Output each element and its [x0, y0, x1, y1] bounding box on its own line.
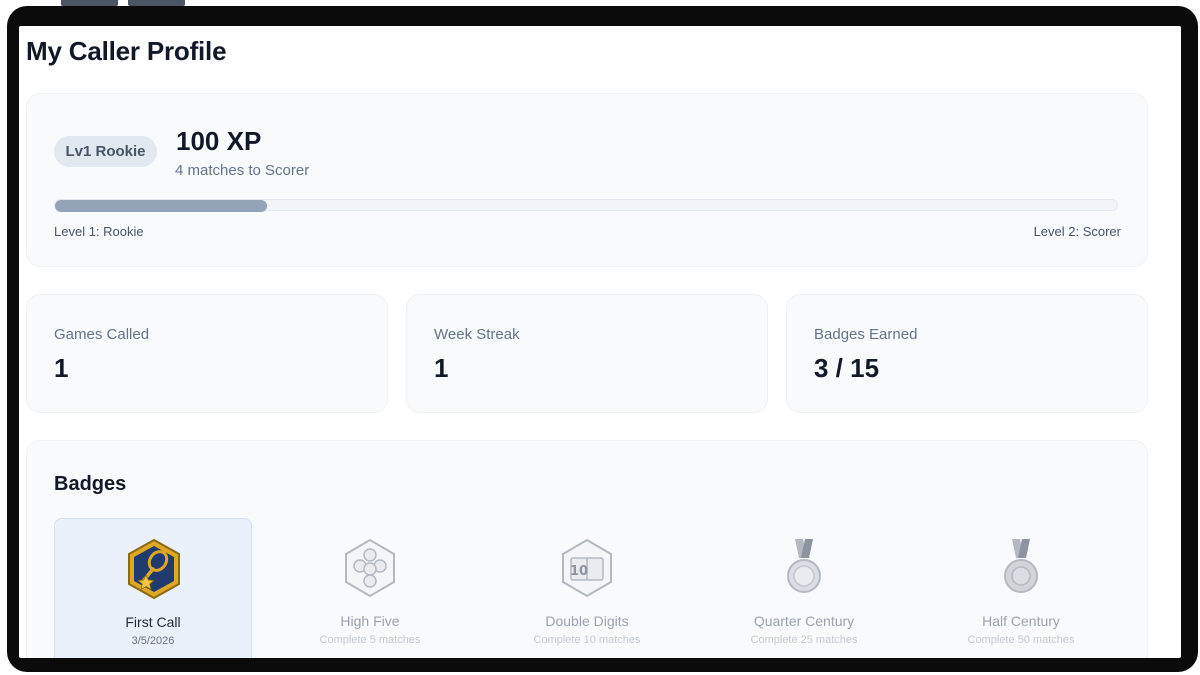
badge-half-century[interactable]: Half Century Complete 50 matches [922, 518, 1120, 658]
badge-name: Quarter Century [753, 613, 855, 629]
xp-value: 100 XP [176, 126, 262, 156]
tennis-racket-star-icon [124, 537, 184, 601]
silver-medal-icon [991, 536, 1051, 600]
app-screen: My Caller Profile Lv1 Rookie 100 XP 4 ma… [19, 26, 1181, 658]
xp-progress-fill [55, 200, 268, 212]
badge-list: First Call 3/5/2026 High Five Complete 5… [54, 518, 1144, 658]
badge-first-call[interactable]: First Call 3/5/2026 [54, 518, 252, 658]
badge-name: First Call [125, 614, 181, 630]
badge-requirement: Complete 10 matches [533, 634, 641, 646]
badge-requirement: Complete 50 matches [967, 634, 1075, 646]
stat-card-badges-earned: Badges Earned 3 / 15 [786, 294, 1148, 413]
stat-label: Badges Earned [814, 326, 918, 343]
badge-high-five[interactable]: High Five Complete 5 matches [271, 518, 469, 658]
badge-requirement: Complete 5 matches [319, 634, 421, 646]
badge-quarter-century[interactable]: Quarter Century Complete 25 matches [705, 518, 903, 658]
next-level-label: Level 2: Scorer [1033, 224, 1121, 239]
current-level-label: Level 1: Rookie [54, 224, 144, 239]
badge-name: Half Century [982, 613, 1060, 629]
stat-label: Games Called [54, 326, 150, 343]
xp-progress-bar [54, 199, 1118, 212]
stat-value: 1 [54, 353, 69, 383]
stat-value: 1 [434, 353, 449, 383]
badge-requirement: Complete 25 matches [750, 634, 858, 646]
stat-value: 3 / 15 [814, 353, 880, 383]
badges-heading: Badges [54, 473, 127, 495]
device-frame: My Caller Profile Lv1 Rookie 100 XP 4 ma… [7, 6, 1198, 672]
page-title: My Caller Profile [26, 36, 227, 66]
stat-label: Week Streak [434, 326, 520, 343]
silver-medal-icon [774, 536, 834, 600]
scoreboard-10-icon: 10 [557, 536, 617, 600]
xp-next-level-hint: 4 matches to Scorer [175, 162, 310, 179]
badge-name: High Five [340, 613, 400, 629]
stat-card-week-streak: Week Streak 1 [406, 294, 768, 413]
level-card: Lv1 Rookie 100 XP 4 matches to Scorer Le… [26, 93, 1148, 267]
scoreboard-digit-1: 10 [570, 564, 588, 579]
badge-name: Double Digits [545, 613, 629, 629]
badges-card: Badges First Call 3/5/2026 High Five Com… [26, 440, 1148, 658]
five-balls-icon [340, 536, 400, 600]
badge-double-digits[interactable]: 10 Double Digits Complete 10 matches [488, 518, 686, 658]
stat-card-games-called: Games Called 1 [26, 294, 388, 413]
level-badge-pill: Lv1 Rookie [54, 136, 157, 167]
badge-date: 3/5/2026 [131, 635, 175, 647]
